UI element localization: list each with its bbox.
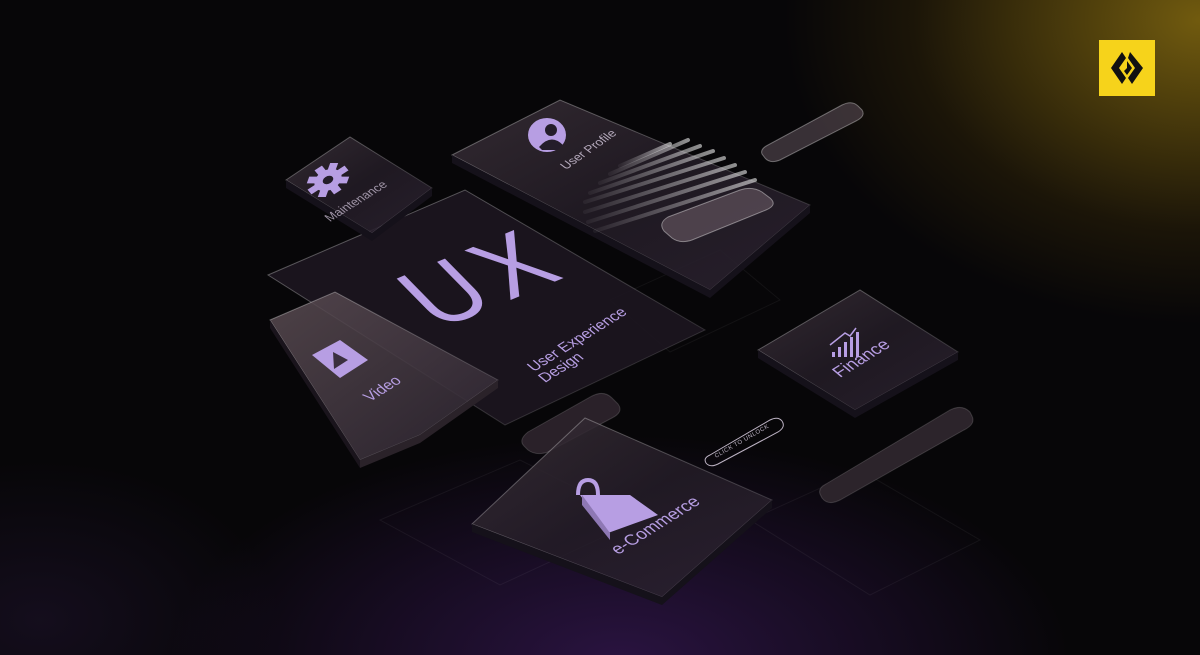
unlock-label: CLICK TO UNLOCK — [714, 424, 770, 460]
unlock-pill[interactable]: CLICK TO UNLOCK — [704, 417, 784, 467]
profile-floating-pill[interactable] — [761, 102, 864, 163]
isometric-scene: UX User Experience Design Maintenance Us… — [266, 99, 982, 605]
user-avatar-icon — [528, 118, 566, 152]
right-floating-pill[interactable] — [819, 406, 974, 504]
finance-card[interactable]: Finance — [757, 289, 959, 418]
